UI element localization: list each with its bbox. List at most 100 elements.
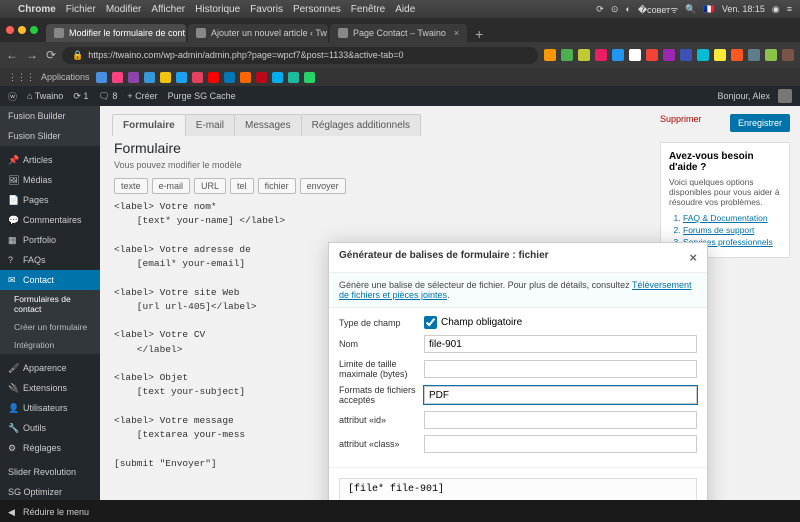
sidebar-item-contact[interactable]: ✉Contact xyxy=(0,270,100,290)
browser-tab[interactable]: Modifier le formulaire de cont…× xyxy=(46,24,186,42)
sidebar-item-utilisateurs[interactable]: 👤Utilisateurs xyxy=(0,398,100,418)
bookmark-icon[interactable] xyxy=(160,72,171,83)
sidebar-fusion-builder[interactable]: Fusion Builder xyxy=(0,106,100,126)
help-link[interactable]: Forums de support xyxy=(683,225,781,235)
tag-btn[interactable]: e-mail xyxy=(152,178,191,194)
menu-favoris[interactable]: Favoris xyxy=(250,4,283,15)
avatar[interactable] xyxy=(778,89,792,103)
comments-icon[interactable]: 🗨 8 xyxy=(98,91,117,102)
tag-btn[interactable]: envoyer xyxy=(300,178,346,194)
extension-icon[interactable] xyxy=(612,49,624,61)
close-icon[interactable]: × xyxy=(689,250,697,265)
bookmark-icon[interactable] xyxy=(240,72,251,83)
menu-fichier[interactable]: Fichier xyxy=(66,4,96,15)
wp-logo-icon[interactable]: ⓦ xyxy=(8,90,17,103)
extension-icon[interactable] xyxy=(561,49,573,61)
sidebar-item-extensions[interactable]: 🔌Extensions xyxy=(0,378,100,398)
new-tab-button[interactable]: + xyxy=(469,26,489,42)
forward-button[interactable]: → xyxy=(26,48,38,62)
wifi-icon[interactable]: �советᯤ xyxy=(638,3,679,16)
extension-icon[interactable] xyxy=(544,49,556,61)
menu-afficher[interactable]: Afficher xyxy=(151,4,185,15)
bookmark-icon[interactable] xyxy=(272,72,283,83)
menu-fenetre[interactable]: Fenêtre xyxy=(351,4,385,15)
extension-icon[interactable] xyxy=(629,49,641,61)
save-button[interactable]: Enregistrer xyxy=(730,114,790,132)
bookmark-icon[interactable] xyxy=(256,72,267,83)
extension-icon[interactable] xyxy=(748,49,760,61)
bookmark-icon[interactable] xyxy=(288,72,299,83)
sidebar-sub-integration[interactable]: Intégration xyxy=(0,336,100,354)
extension-icon[interactable] xyxy=(714,49,726,61)
bookmark-icon[interactable] xyxy=(128,72,139,83)
apps-icon[interactable]: ⋮⋮⋮ xyxy=(8,72,35,83)
sidebar-item-portfolio[interactable]: ▦Portfolio xyxy=(0,230,100,250)
menu-historique[interactable]: Historique xyxy=(195,4,240,15)
tag-btn[interactable]: fichier xyxy=(258,178,296,194)
tab-formulaire[interactable]: Formulaire xyxy=(112,114,186,136)
bookmark-icon[interactable] xyxy=(176,72,187,83)
menu-aide[interactable]: Aide xyxy=(395,4,415,15)
reload-button[interactable]: ⟳ xyxy=(46,48,56,62)
extension-icon[interactable] xyxy=(663,49,675,61)
id-input[interactable] xyxy=(424,411,697,429)
sidebar-item-medias[interactable]: 🖼Médias xyxy=(0,170,100,190)
formats-input[interactable] xyxy=(424,386,697,404)
address-bar[interactable]: 🔒 https://twaino.com/wp-admin/admin.php?… xyxy=(62,47,538,64)
tag-btn[interactable]: tel xyxy=(230,178,254,194)
bookmarks-label[interactable]: Applications xyxy=(41,72,90,82)
sidebar-sub-forms[interactable]: Formulaires de contact xyxy=(0,290,100,318)
sidebar-collapse[interactable]: ◀Réduire le menu xyxy=(0,502,100,522)
sidebar-item-pages[interactable]: 📄Pages xyxy=(0,190,100,210)
sidebar-item-reglages[interactable]: ⚙Réglages xyxy=(0,438,100,458)
sidebar-item-sgoptimizer[interactable]: SG Optimizer xyxy=(0,482,100,502)
sidebar-item-slider[interactable]: Slider Revolution xyxy=(0,462,100,482)
tab-messages[interactable]: Messages xyxy=(234,114,302,136)
size-input[interactable] xyxy=(424,360,697,378)
class-input[interactable] xyxy=(424,435,697,453)
required-checkbox[interactable] xyxy=(424,316,437,329)
bookmark-icon[interactable] xyxy=(224,72,235,83)
clock[interactable]: Ven. 18:15 xyxy=(722,4,765,14)
menu-personnes[interactable]: Personnes xyxy=(293,4,341,15)
extension-icon[interactable] xyxy=(782,49,794,61)
sidebar-fusion-slider[interactable]: Fusion Slider xyxy=(0,126,100,146)
add-new[interactable]: + Créer xyxy=(127,91,157,101)
sidebar-item-faqs[interactable]: ?FAQs xyxy=(0,250,100,270)
browser-tab[interactable]: Ajouter un nouvel article ‹ Tw…× xyxy=(188,24,328,42)
tag-btn[interactable]: texte xyxy=(114,178,148,194)
extension-icon[interactable] xyxy=(646,49,658,61)
sidebar-item-commentaires[interactable]: 💬Commentaires xyxy=(0,210,100,230)
site-link[interactable]: ⌂ Twaino xyxy=(27,91,63,101)
tag-btn[interactable]: URL xyxy=(194,178,226,194)
window-controls[interactable] xyxy=(6,26,38,34)
bookmark-icon[interactable] xyxy=(144,72,155,83)
browser-tab[interactable]: Page Contact – Twaino× xyxy=(330,24,467,42)
name-input[interactable] xyxy=(424,335,697,353)
extension-icon[interactable] xyxy=(765,49,777,61)
sidebar-sub-create[interactable]: Créer un formulaire xyxy=(0,318,100,336)
extension-icon[interactable] xyxy=(731,49,743,61)
shortcode-output[interactable]: [file* file-901] xyxy=(339,478,697,500)
extension-icon[interactable] xyxy=(595,49,607,61)
bookmark-icon[interactable] xyxy=(112,72,123,83)
extension-icon[interactable] xyxy=(578,49,590,61)
bookmark-icon[interactable] xyxy=(304,72,315,83)
extension-icon[interactable] xyxy=(680,49,692,61)
notif-icon[interactable]: ≡ xyxy=(787,4,792,14)
siri-icon[interactable]: ◉ xyxy=(772,4,780,15)
sidebar-item-apparence[interactable]: 🖌Apparence xyxy=(0,358,100,378)
tab-reglages[interactable]: Réglages additionnels xyxy=(301,114,421,136)
search-icon[interactable]: 🔍 xyxy=(685,4,696,15)
app-name[interactable]: Chrome xyxy=(18,4,56,15)
updates-icon[interactable]: ⟳ 1 xyxy=(73,91,88,102)
sidebar-item-outils[interactable]: 🔧Outils xyxy=(0,418,100,438)
delete-link[interactable]: Supprimer xyxy=(660,114,702,132)
bookmark-icon[interactable] xyxy=(192,72,203,83)
extension-icon[interactable] xyxy=(697,49,709,61)
back-button[interactable]: ← xyxy=(6,48,18,62)
purge-cache[interactable]: Purge SG Cache xyxy=(168,91,236,101)
bookmark-icon[interactable] xyxy=(208,72,219,83)
bookmark-icon[interactable] xyxy=(96,72,107,83)
help-link[interactable]: FAQ & Documentation xyxy=(683,213,781,223)
